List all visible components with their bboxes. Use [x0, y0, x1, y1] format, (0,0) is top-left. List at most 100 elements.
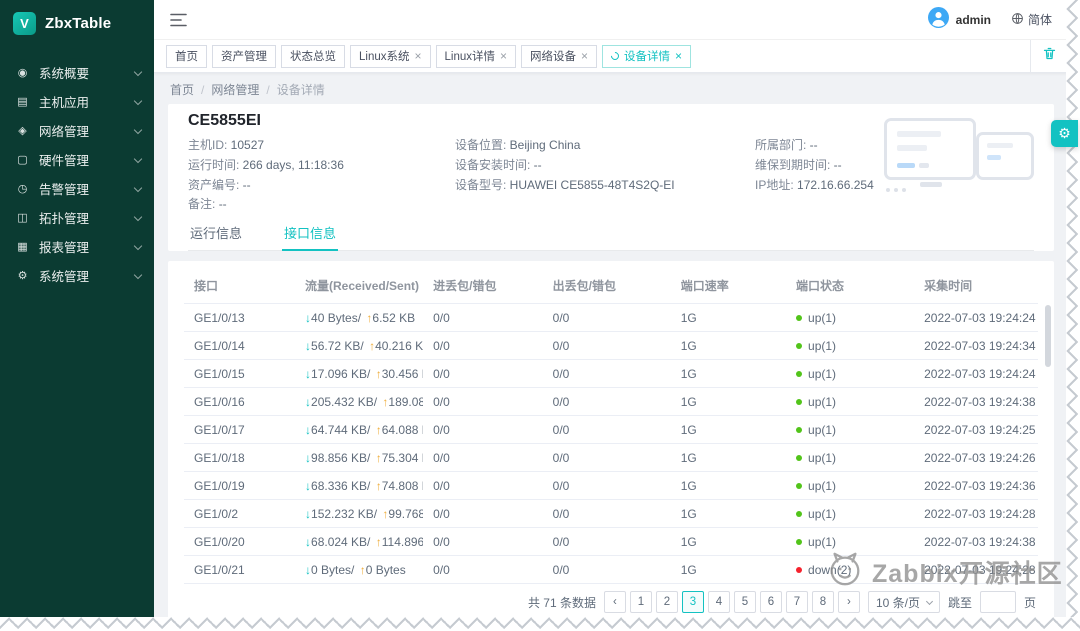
- tab-interface-info[interactable]: 接口信息: [282, 221, 339, 251]
- status-label: up(1): [808, 394, 837, 409]
- sidebar-item-hardware[interactable]: ▢ 硬件管理: [0, 145, 154, 174]
- app-logo[interactable]: V ZbxTable: [0, 0, 154, 46]
- page-button[interactable]: 1: [629, 591, 652, 613]
- received-value: 64.744 KB/: [311, 422, 374, 437]
- device-info-value: --: [809, 138, 818, 152]
- cell-traffic: ↓0 Bytes/ ↑0 Bytes: [295, 555, 424, 584]
- settings-button[interactable]: ⚙: [1051, 120, 1078, 147]
- view-tab[interactable]: 设备详情 ×: [602, 44, 692, 68]
- sidebar-menu: ◉ 系统概要 ▤ 主机应用 ◈ 网络管理 ▢ 硬件管理 ◷ 告警管理 ◫ 拓扑管理 ▦ 报表管理 ⚙ 系统管理: [0, 46, 154, 290]
- alarm-icon: ◷: [17, 183, 28, 195]
- breadcrumb-item[interactable]: 网络管理: [211, 83, 259, 97]
- page-button[interactable]: 8: [811, 591, 834, 613]
- view-tab-label: 设备详情: [624, 51, 671, 63]
- page-button[interactable]: 6: [759, 591, 782, 613]
- cell-speed: 1G: [670, 527, 787, 556]
- cell-out-errors: 0/0: [542, 415, 671, 444]
- sent-value: 30.456 KB: [381, 366, 423, 381]
- cell-out-errors: 0/0: [542, 387, 671, 416]
- device-info-field: 维保到期时间: --: [755, 155, 1034, 175]
- table-scrollbar[interactable]: [1045, 305, 1051, 367]
- sidebar-item-topology[interactable]: ◫ 拓扑管理: [0, 203, 154, 232]
- globe-icon: [1011, 12, 1024, 28]
- sidebar-item-report[interactable]: ▦ 报表管理: [0, 232, 154, 261]
- chevron-down-icon: [133, 212, 143, 221]
- table-row: GE1/0/21 ↓0 Bytes/ ↑0 Bytes 0/0 0/0 1G down(2…: [184, 555, 1038, 584]
- table-row: GE1/0/2↓152.232 KB/ ↑99.768 KB0/00/01Gup…: [184, 499, 1038, 528]
- cell-out-errors: 0/0: [542, 359, 671, 388]
- view-tab[interactable]: Linux系统 ×: [350, 44, 431, 68]
- status-label: up(1): [808, 450, 837, 465]
- close-icon[interactable]: ×: [415, 50, 422, 62]
- language-switcher[interactable]: 简体: [1011, 11, 1052, 28]
- status-label: up(1): [808, 422, 837, 437]
- device-info-grid: 主机ID: 10527 运行时间: 266 days, 11:18:36 资产编号:…: [188, 135, 1034, 195]
- status-dot-icon: [796, 510, 803, 517]
- pager: ‹ 1 2 3 4 5 6 7 8 ›: [603, 591, 860, 613]
- page-button[interactable]: 3: [681, 591, 704, 613]
- sidebar-item-alarm[interactable]: ◷ 告警管理: [0, 174, 154, 203]
- device-name: CE5855EI: [188, 112, 261, 129]
- cell-time: 2022-07-03 19:24:34: [914, 331, 1038, 360]
- user-menu[interactable]: admin: [927, 6, 991, 33]
- breadcrumb-separator: /: [266, 83, 270, 97]
- view-tab[interactable]: 状态总览: [281, 44, 345, 68]
- cell-in-errors: 0/0: [423, 499, 543, 528]
- view-tab-label: Linux详情: [444, 51, 496, 63]
- page-button[interactable]: 5: [733, 591, 756, 613]
- view-tab[interactable]: 首页: [166, 44, 207, 68]
- cell-interface: GE1/0/14: [184, 331, 296, 360]
- table-row: GE1/0/18↓98.856 KB/ ↑75.304 KB0/00/01Gup…: [184, 443, 1038, 472]
- main-area: admin 简体 首页 资产管理 状态总览 Linux系统 × Linux详情 × 网络设备 ×…: [154, 0, 1068, 620]
- jump-page-input[interactable]: [979, 591, 1016, 613]
- tab-run-info[interactable]: 运行信息: [188, 221, 244, 250]
- view-tab[interactable]: Linux详情 ×: [435, 44, 517, 68]
- cell-status: down(2): [786, 555, 915, 584]
- cell-in-errors: 0/0: [423, 555, 543, 584]
- avatar: [927, 6, 949, 33]
- page-button[interactable]: 4: [707, 591, 730, 613]
- sidebar-item-network[interactable]: ◈ 网络管理: [0, 116, 154, 145]
- sent-value: 6.52 KB: [372, 310, 416, 325]
- column-header: 接口: [184, 267, 296, 304]
- received-value: 68.024 KB/: [311, 534, 374, 549]
- device-info-field: 主机ID: 10527: [188, 135, 455, 155]
- jump-label: 跳至: [947, 595, 972, 610]
- column-header: 流量(Received/Sent): [295, 267, 424, 304]
- cell-in-errors: 0/0: [423, 527, 543, 556]
- column-header: 进丢包/错包: [423, 267, 543, 304]
- prev-page-button[interactable]: ‹: [603, 591, 626, 613]
- view-tab[interactable]: 网络设备 ×: [521, 44, 598, 68]
- breadcrumb-item[interactable]: 首页: [170, 83, 194, 97]
- status-dot-icon: [796, 370, 803, 377]
- received-value: 56.72 KB/: [311, 338, 368, 353]
- close-icon[interactable]: ×: [581, 50, 588, 62]
- status-dot-icon: [796, 538, 803, 545]
- sidebar-item-system[interactable]: ⚙ 系统管理: [0, 261, 154, 290]
- close-icon[interactable]: ×: [500, 50, 507, 62]
- cell-interface: GE1/0/15: [184, 359, 296, 388]
- chevron-down-icon: [133, 154, 143, 163]
- report-icon: ▦: [17, 241, 28, 253]
- interface-table-card: 接口 流量(Received/Sent) 进丢包/错包 出丢包/错包 端口速率 端口状态采…: [168, 261, 1054, 620]
- sent-value: 189.088 KB: [388, 394, 423, 409]
- device-card: CE5855EI 主机ID: 10527 运行时间: 266 days, 11:1…: [168, 104, 1054, 251]
- sidebar-item-label: 系统管理: [39, 270, 90, 284]
- sidebar-item-host[interactable]: ▤ 主机应用: [0, 87, 154, 116]
- cell-in-errors: 0/0: [423, 303, 543, 332]
- page-size-select[interactable]: 10 条/页: [867, 591, 940, 613]
- sidebar-item-dashboard[interactable]: ◉ 系统概要: [0, 58, 154, 87]
- cell-in-errors: 0/0: [423, 359, 543, 388]
- page-button[interactable]: 2: [655, 591, 678, 613]
- close-icon[interactable]: ×: [675, 50, 682, 62]
- page-button[interactable]: 7: [785, 591, 808, 613]
- menu-fold-icon[interactable]: [170, 13, 187, 27]
- close-tabs-button[interactable]: [1030, 40, 1068, 72]
- cell-out-errors: 0/0: [542, 527, 671, 556]
- cell-time: 2022-07-03 19:24:38: [914, 527, 1038, 556]
- view-tab[interactable]: 资产管理: [212, 44, 276, 68]
- page-size-value: 10 条/页: [875, 595, 920, 610]
- next-page-button[interactable]: ›: [837, 591, 860, 613]
- sent-value: 75.304 KB: [381, 450, 423, 465]
- received-value: 40 Bytes/: [311, 310, 365, 325]
